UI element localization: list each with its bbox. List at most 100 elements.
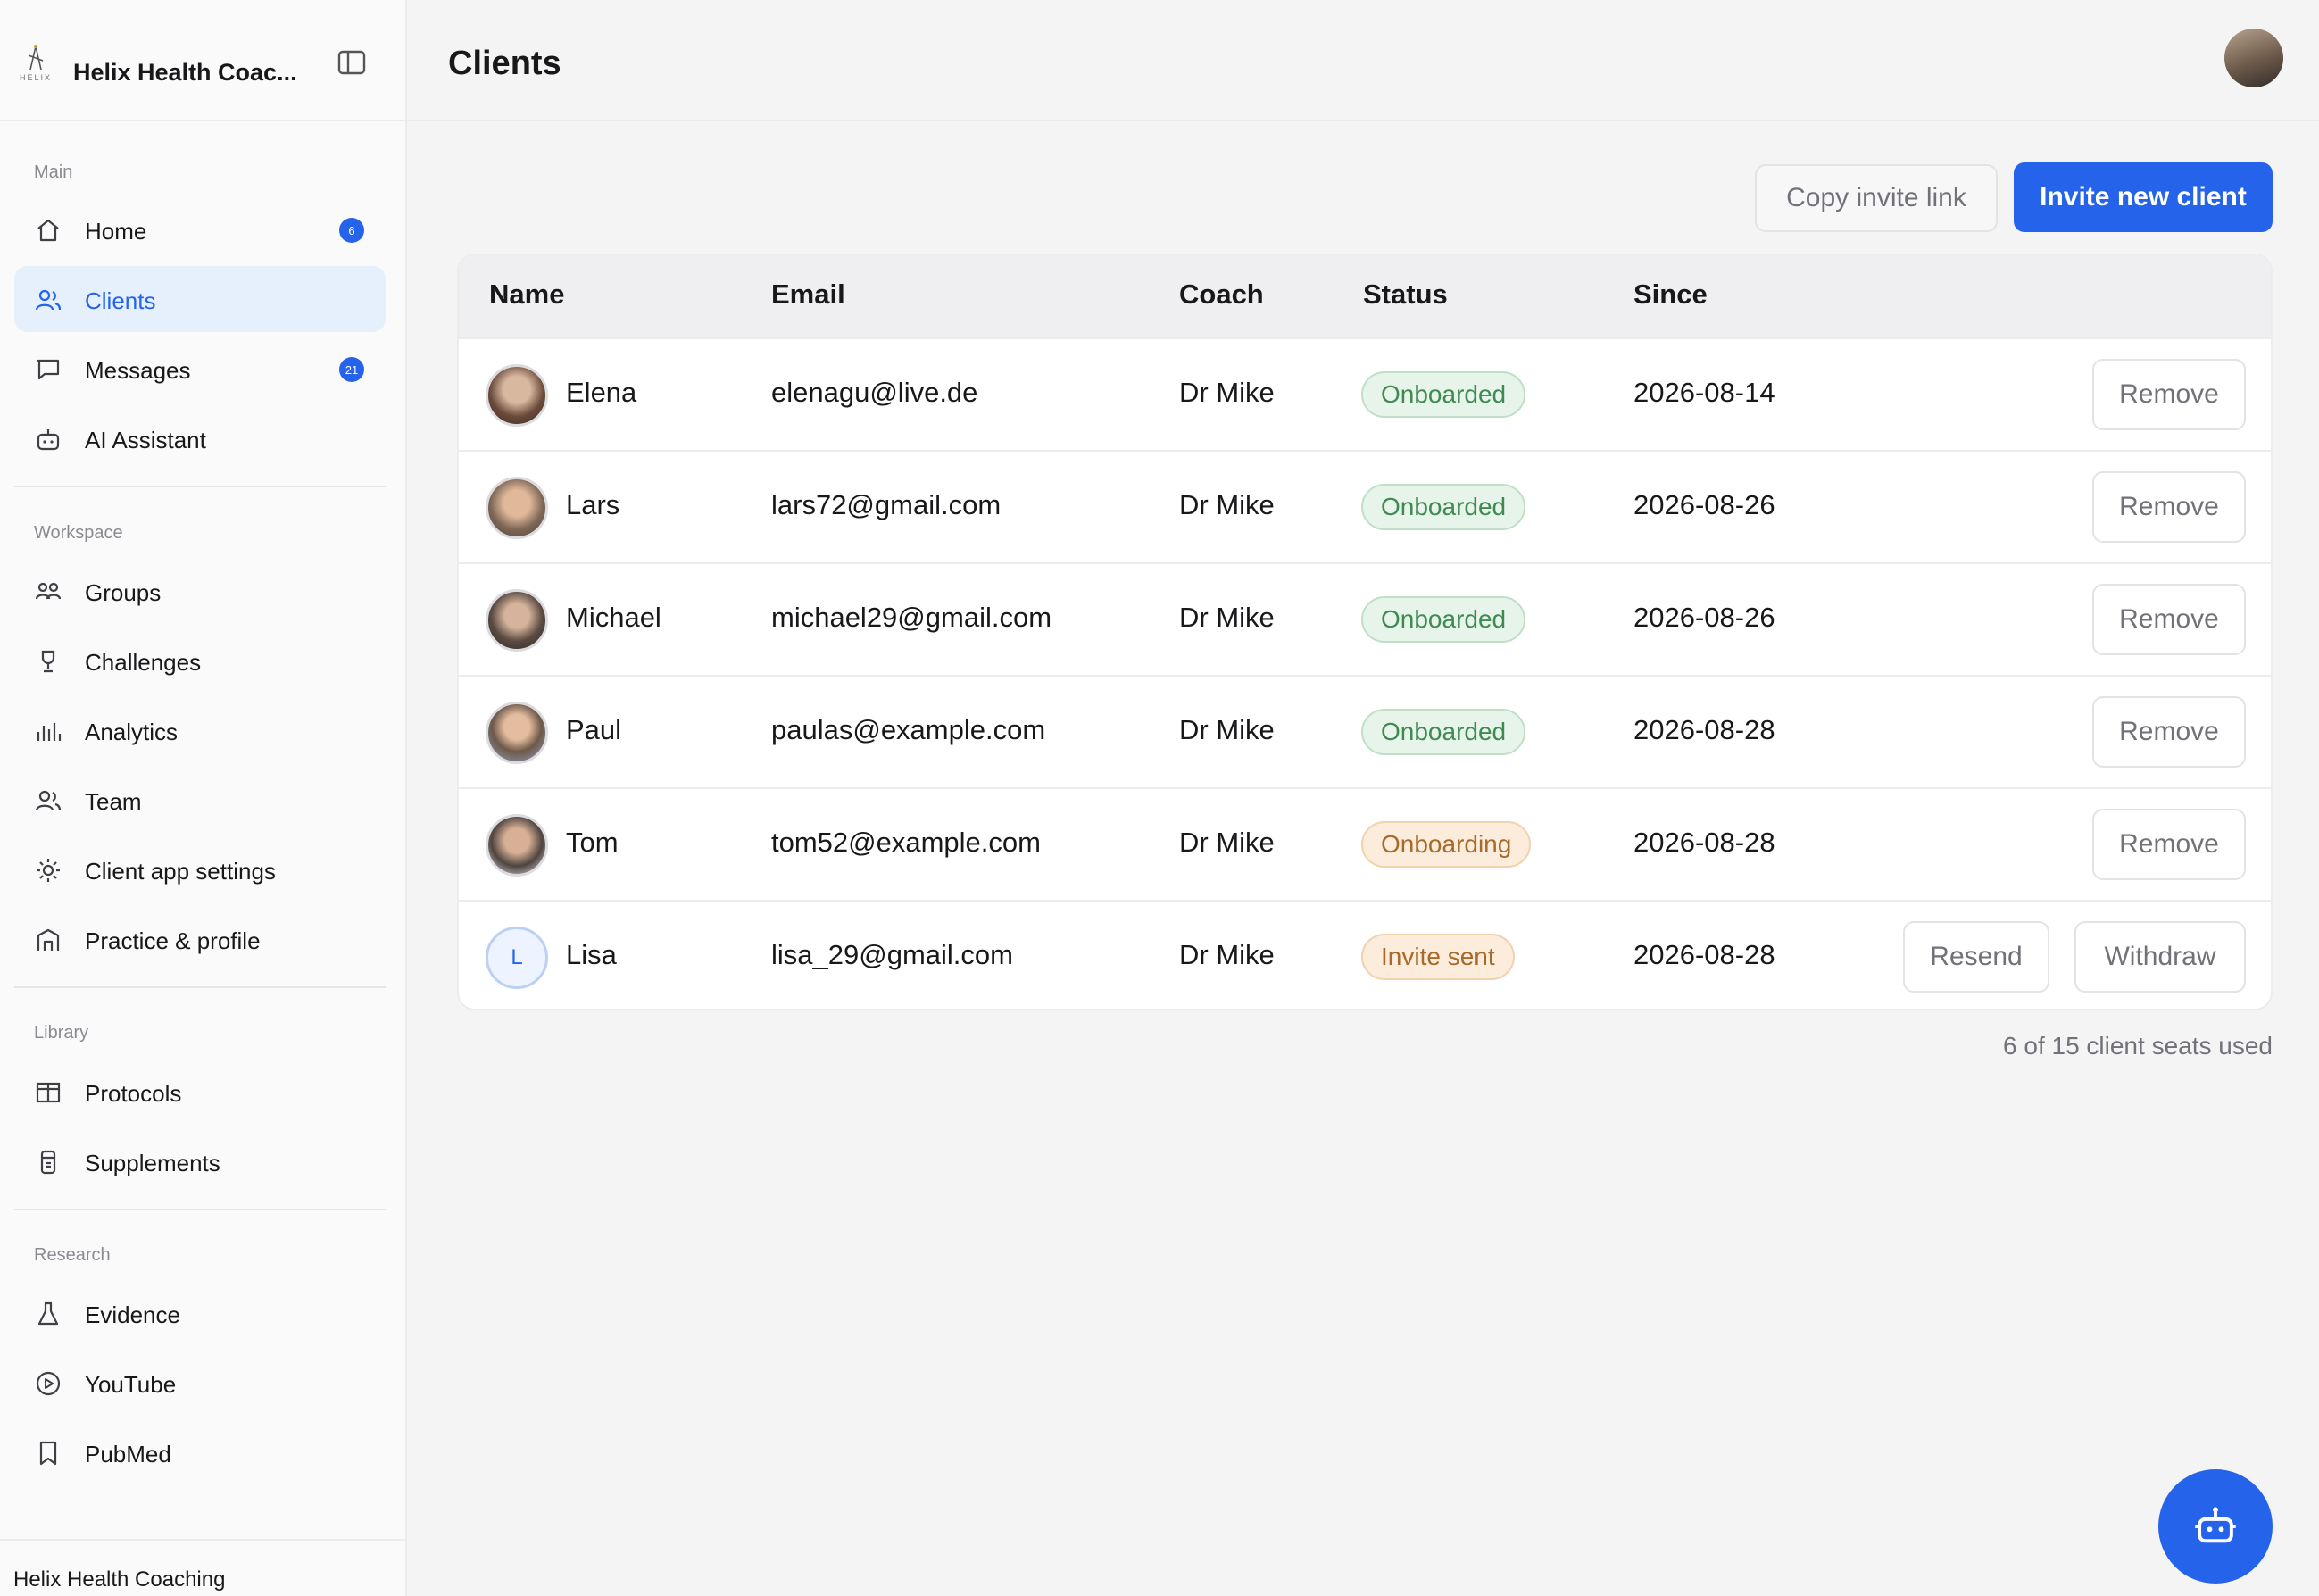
team-icon	[35, 790, 62, 811]
client-avatar	[486, 814, 548, 877]
remove-button[interactable]: Remove	[2092, 696, 2246, 768]
client-since: 2026-08-14	[1633, 377, 1775, 408]
sidebar-item-client-app-settings[interactable]: Client app settings	[14, 836, 386, 902]
table-row[interactable]: Elena elenagu@live.de Dr Mike Onboarded …	[459, 337, 2271, 450]
section-label-research: Research	[34, 1245, 111, 1265]
column-header-since[interactable]: Since	[1633, 278, 1708, 311]
brand-logo: HELIX	[12, 37, 59, 87]
sidebar-item-label: PubMed	[85, 1441, 171, 1467]
sidebar-divider	[14, 1209, 386, 1210]
remove-button[interactable]: Remove	[2092, 359, 2246, 430]
sidebar-item-analytics[interactable]: Analytics	[14, 697, 386, 763]
trophy-icon	[41, 650, 55, 673]
column-header-status[interactable]: Status	[1363, 278, 1448, 311]
sidebar-item-clients[interactable]: Clients	[14, 266, 386, 332]
settings-sun-icon	[37, 859, 60, 882]
remove-button[interactable]: Remove	[2092, 809, 2246, 880]
section-label-library: Library	[34, 1023, 89, 1043]
table-header: Name Email Coach Status Since	[459, 255, 2271, 337]
home-count-badge: 6	[339, 218, 364, 243]
invite-new-client-button[interactable]: Invite new client	[2014, 162, 2273, 232]
client-name: Paul	[566, 714, 622, 745]
client-since: 2026-08-28	[1633, 939, 1775, 970]
sidebar-divider	[14, 486, 386, 487]
sidebar-item-label: Messages	[85, 357, 191, 384]
sidebar-item-label: AI Assistant	[85, 427, 206, 453]
section-label-workspace: Workspace	[34, 523, 123, 543]
sidebar-item-label: Supplements	[85, 1150, 220, 1176]
client-email: michael29@gmail.com	[771, 602, 1052, 633]
sidebar-item-evidence[interactable]: Evidence	[14, 1280, 386, 1346]
column-header-email[interactable]: Email	[771, 278, 845, 311]
sidebar: HELIX Helix Health Coac... Main Home 6 C…	[0, 0, 407, 1596]
client-coach: Dr Mike	[1179, 939, 1275, 970]
sidebar-item-ai-assistant[interactable]: AI Assistant	[14, 405, 386, 471]
user-avatar[interactable]	[2224, 29, 2283, 87]
building-icon	[37, 928, 60, 951]
client-avatar-initial: L	[486, 927, 548, 989]
status-badge: Onboarding	[1361, 821, 1532, 868]
sidebar-item-practice-profile[interactable]: Practice & profile	[14, 906, 386, 972]
client-avatar	[486, 702, 548, 764]
withdraw-button[interactable]: Withdraw	[2074, 921, 2246, 993]
status-badge: Onboarded	[1361, 484, 1526, 530]
sidebar-item-label: Home	[85, 218, 147, 245]
table-row[interactable]: L Lisa lisa_29@gmail.com Dr Mike Invite …	[459, 900, 2271, 1009]
resend-button[interactable]: Resend	[1903, 921, 2049, 993]
client-name: Michael	[566, 602, 661, 633]
sidebar-item-label: Groups	[85, 579, 162, 606]
client-coach: Dr Mike	[1179, 714, 1275, 745]
sidebar-item-label: Clients	[85, 287, 156, 314]
client-avatar	[486, 477, 548, 539]
table-row[interactable]: Paul paulas@example.com Dr Mike Onboarde…	[459, 675, 2271, 787]
client-since: 2026-08-28	[1633, 827, 1775, 858]
home-icon	[37, 219, 59, 242]
status-badge: Onboarded	[1361, 709, 1526, 755]
users-icon	[35, 289, 62, 311]
sidebar-item-label: YouTube	[85, 1371, 177, 1398]
message-icon	[37, 359, 60, 380]
helix-logo-icon	[28, 45, 44, 71]
top-bar: Clients	[407, 0, 2319, 121]
sidebar-item-messages[interactable]: Messages 21	[14, 336, 386, 402]
client-name: Tom	[566, 827, 619, 858]
sidebar-item-challenges[interactable]: Challenges	[14, 628, 386, 694]
sidebar-item-supplements[interactable]: Supplements	[14, 1128, 386, 1194]
play-circle-icon	[36, 1371, 61, 1396]
sidebar-item-label: Evidence	[85, 1301, 180, 1328]
clients-table: Name Email Coach Status Since Elena elen…	[457, 254, 2273, 1010]
sidebar-item-label: Challenges	[85, 649, 202, 676]
sidebar-divider	[14, 986, 386, 988]
status-badge: Invite sent	[1361, 934, 1515, 980]
sidebar-item-protocols[interactable]: Protocols	[14, 1059, 386, 1125]
bookmark-icon	[39, 1441, 57, 1466]
ai-assistant-fab[interactable]	[2158, 1469, 2273, 1584]
client-email: paulas@example.com	[771, 714, 1046, 745]
client-since: 2026-08-26	[1633, 602, 1775, 633]
sidebar-toggle-icon[interactable]	[337, 50, 366, 75]
remove-button[interactable]: Remove	[2092, 584, 2246, 655]
client-coach: Dr Mike	[1179, 377, 1275, 408]
table-row[interactable]: Tom tom52@example.com Dr Mike Onboarding…	[459, 787, 2271, 900]
client-since: 2026-08-28	[1633, 714, 1775, 745]
column-header-coach[interactable]: Coach	[1179, 278, 1264, 311]
brand-name: Helix Health Coac...	[73, 59, 297, 86]
copy-invite-link-button[interactable]: Copy invite link	[1755, 164, 1998, 232]
sidebar-item-label: Analytics	[85, 719, 179, 745]
client-name: Lisa	[566, 939, 617, 970]
sidebar-item-youtube[interactable]: YouTube	[14, 1350, 386, 1416]
sidebar-item-home[interactable]: Home 6	[14, 196, 386, 262]
column-header-name[interactable]: Name	[489, 278, 564, 311]
sidebar-item-team[interactable]: Team	[14, 767, 386, 833]
status-badge: Onboarded	[1361, 371, 1526, 418]
client-email: lars72@gmail.com	[771, 489, 1002, 520]
sidebar-item-pubmed[interactable]: PubMed	[14, 1419, 386, 1485]
table-row[interactable]: Lars lars72@gmail.com Dr Mike Onboarded …	[459, 450, 2271, 562]
protocols-icon	[36, 1082, 61, 1103]
sidebar-item-groups[interactable]: Groups	[14, 558, 386, 624]
client-coach: Dr Mike	[1179, 602, 1275, 633]
remove-button[interactable]: Remove	[2092, 471, 2246, 543]
table-row[interactable]: Michael michael29@gmail.com Dr Mike Onbo…	[459, 562, 2271, 675]
client-coach: Dr Mike	[1179, 827, 1275, 858]
sidebar-item-label: Team	[85, 788, 142, 815]
